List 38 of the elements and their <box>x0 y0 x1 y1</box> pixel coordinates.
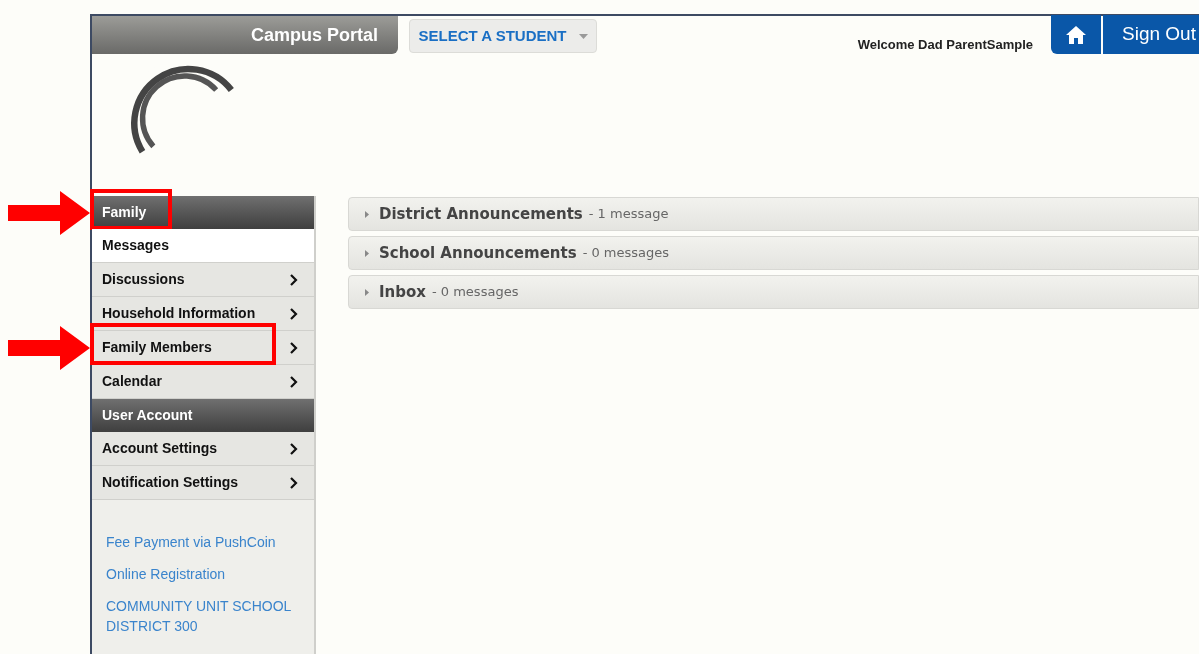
panel-title: District Announcements <box>379 203 583 225</box>
chevron-icon <box>290 273 298 286</box>
sign-out-button[interactable]: Sign Out <box>1103 15 1199 54</box>
announcement-panel[interactable]: School Announcements - 0 messages <box>348 236 1199 270</box>
chevron-icon <box>290 375 298 388</box>
home-icon <box>1066 25 1086 44</box>
caret-icon <box>578 33 588 39</box>
chevron-icon <box>290 442 298 455</box>
chevron-icon <box>290 341 298 354</box>
expand-icon <box>365 249 369 257</box>
home-button[interactable] <box>1051 15 1101 54</box>
chevron-icon <box>290 476 298 489</box>
student-select[interactable]: SELECT A STUDENT <box>409 19 597 53</box>
sidebar-item[interactable]: Calendar <box>92 365 314 399</box>
message-count: - 1 message <box>588 205 669 224</box>
panel-title: Inbox <box>379 281 426 303</box>
sidebar-item[interactable]: Account Settings <box>92 432 314 466</box>
section-header: Family <box>92 196 314 229</box>
panel-title: School Announcements <box>379 242 577 264</box>
expand-icon <box>365 288 369 296</box>
sidebar-link[interactable]: COMMUNITY UNIT SCHOOL DISTRICT 300 <box>106 596 306 636</box>
message-count: - 0 messages <box>582 244 670 263</box>
welcome-text: Welcome Dad ParentSample <box>857 36 1033 54</box>
portal-title: Campus Portal <box>250 23 378 47</box>
sidebar-item[interactable]: Notification Settings <box>92 466 314 500</box>
sidebar-item[interactable]: Household Information <box>92 297 314 331</box>
sidebar-item[interactable]: Messages <box>92 229 314 263</box>
chevron-icon <box>290 307 298 320</box>
section-header: User Account <box>92 399 314 432</box>
sidebar-link[interactable]: Online Registration <box>106 564 306 584</box>
sidebar-link[interactable]: Fee Payment via PushCoin <box>106 532 306 552</box>
arrow-icon <box>8 190 90 235</box>
message-count: - 0 messages <box>432 283 519 302</box>
sidebar-item[interactable]: Discussions <box>92 263 314 297</box>
expand-icon <box>365 210 369 218</box>
announcement-panel[interactable]: Inbox - 0 messages <box>348 275 1199 309</box>
announcement-panel[interactable]: District Announcements - 1 message <box>348 197 1199 231</box>
arrow-icon <box>8 326 90 370</box>
